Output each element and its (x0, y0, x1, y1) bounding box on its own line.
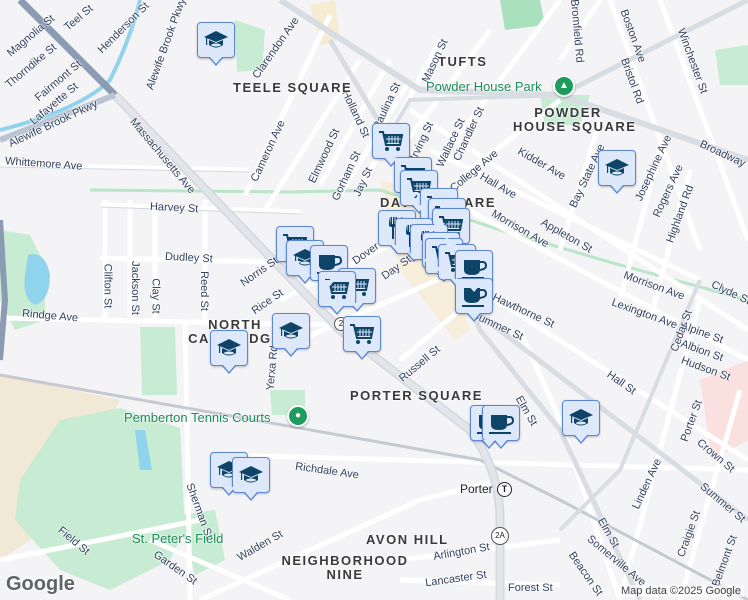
school-icon (568, 406, 594, 430)
map-marker-school[interactable] (562, 400, 600, 444)
place-powder-house-square: POWDER HOUSE SQUARE (513, 105, 635, 134)
map-marker-cart[interactable] (318, 271, 356, 315)
transit-station-porter[interactable]: Porter (460, 482, 493, 496)
park-area (715, 45, 748, 85)
poi-powder-house-park[interactable]: Powder House Park (426, 79, 542, 94)
map-attribution[interactable]: Map data ©2025 Google (617, 585, 744, 597)
street-label: Reed St (197, 271, 210, 311)
place-neighborhood-nine: NEIGHBORHOOD NINE (280, 554, 410, 582)
place-porter-square: PORTER SQUARE (350, 388, 483, 403)
place-line: HOUSE SQUARE (513, 119, 637, 134)
map-marker-school[interactable] (210, 330, 248, 374)
route-shield-2a: 2A (491, 527, 509, 545)
map-marker-coffee[interactable] (482, 405, 520, 449)
subway-t-icon[interactable]: T (497, 482, 512, 497)
street-label: Clay St (149, 278, 162, 314)
street-label: Clifton St (101, 263, 114, 309)
school-icon (216, 336, 242, 360)
google-logo: Google (6, 573, 75, 595)
place-avon-hill: AVON HILL (366, 532, 449, 547)
park-area (140, 327, 177, 395)
street-label: Jackson St (128, 261, 141, 315)
place-teele-square: TEELE SQUARE (233, 80, 353, 95)
school-icon (238, 463, 264, 487)
place-pin-icon[interactable]: ● (287, 405, 309, 427)
map-canvas[interactable]: Teel St Henderson St Magnolia St Thorndike … (0, 0, 748, 600)
map-marker-cart[interactable] (372, 123, 410, 167)
cart-icon (378, 129, 404, 153)
pond (24, 254, 50, 305)
school-icon (203, 28, 229, 52)
place-line: NEIGHBORHOOD (281, 553, 409, 568)
map-marker-school[interactable] (272, 313, 310, 357)
map-marker-school[interactable] (232, 457, 270, 501)
cart-icon (349, 322, 375, 346)
poi-pemberton-tennis-courts[interactable]: Pemberton Tennis Courts (124, 410, 270, 425)
coffee-icon (488, 411, 514, 435)
map-marker-cart[interactable] (343, 316, 381, 360)
place-line: POWDER (534, 105, 602, 120)
park-tree-icon[interactable]: ▲ (553, 75, 575, 97)
coffee-icon (461, 256, 487, 280)
map-marker-school[interactable] (598, 150, 636, 194)
school-icon (604, 156, 630, 180)
street-label: Dudley St (164, 250, 213, 266)
place-line: NINE (326, 567, 364, 582)
school-icon (278, 319, 304, 343)
poi-st-peters-field[interactable]: St. Peter's Field (132, 531, 223, 546)
place-tufts: TUFTS (438, 54, 488, 69)
map-marker-school[interactable] (197, 22, 235, 66)
street-label: Harvey St (149, 200, 199, 216)
street-label: Forest St (508, 582, 553, 594)
